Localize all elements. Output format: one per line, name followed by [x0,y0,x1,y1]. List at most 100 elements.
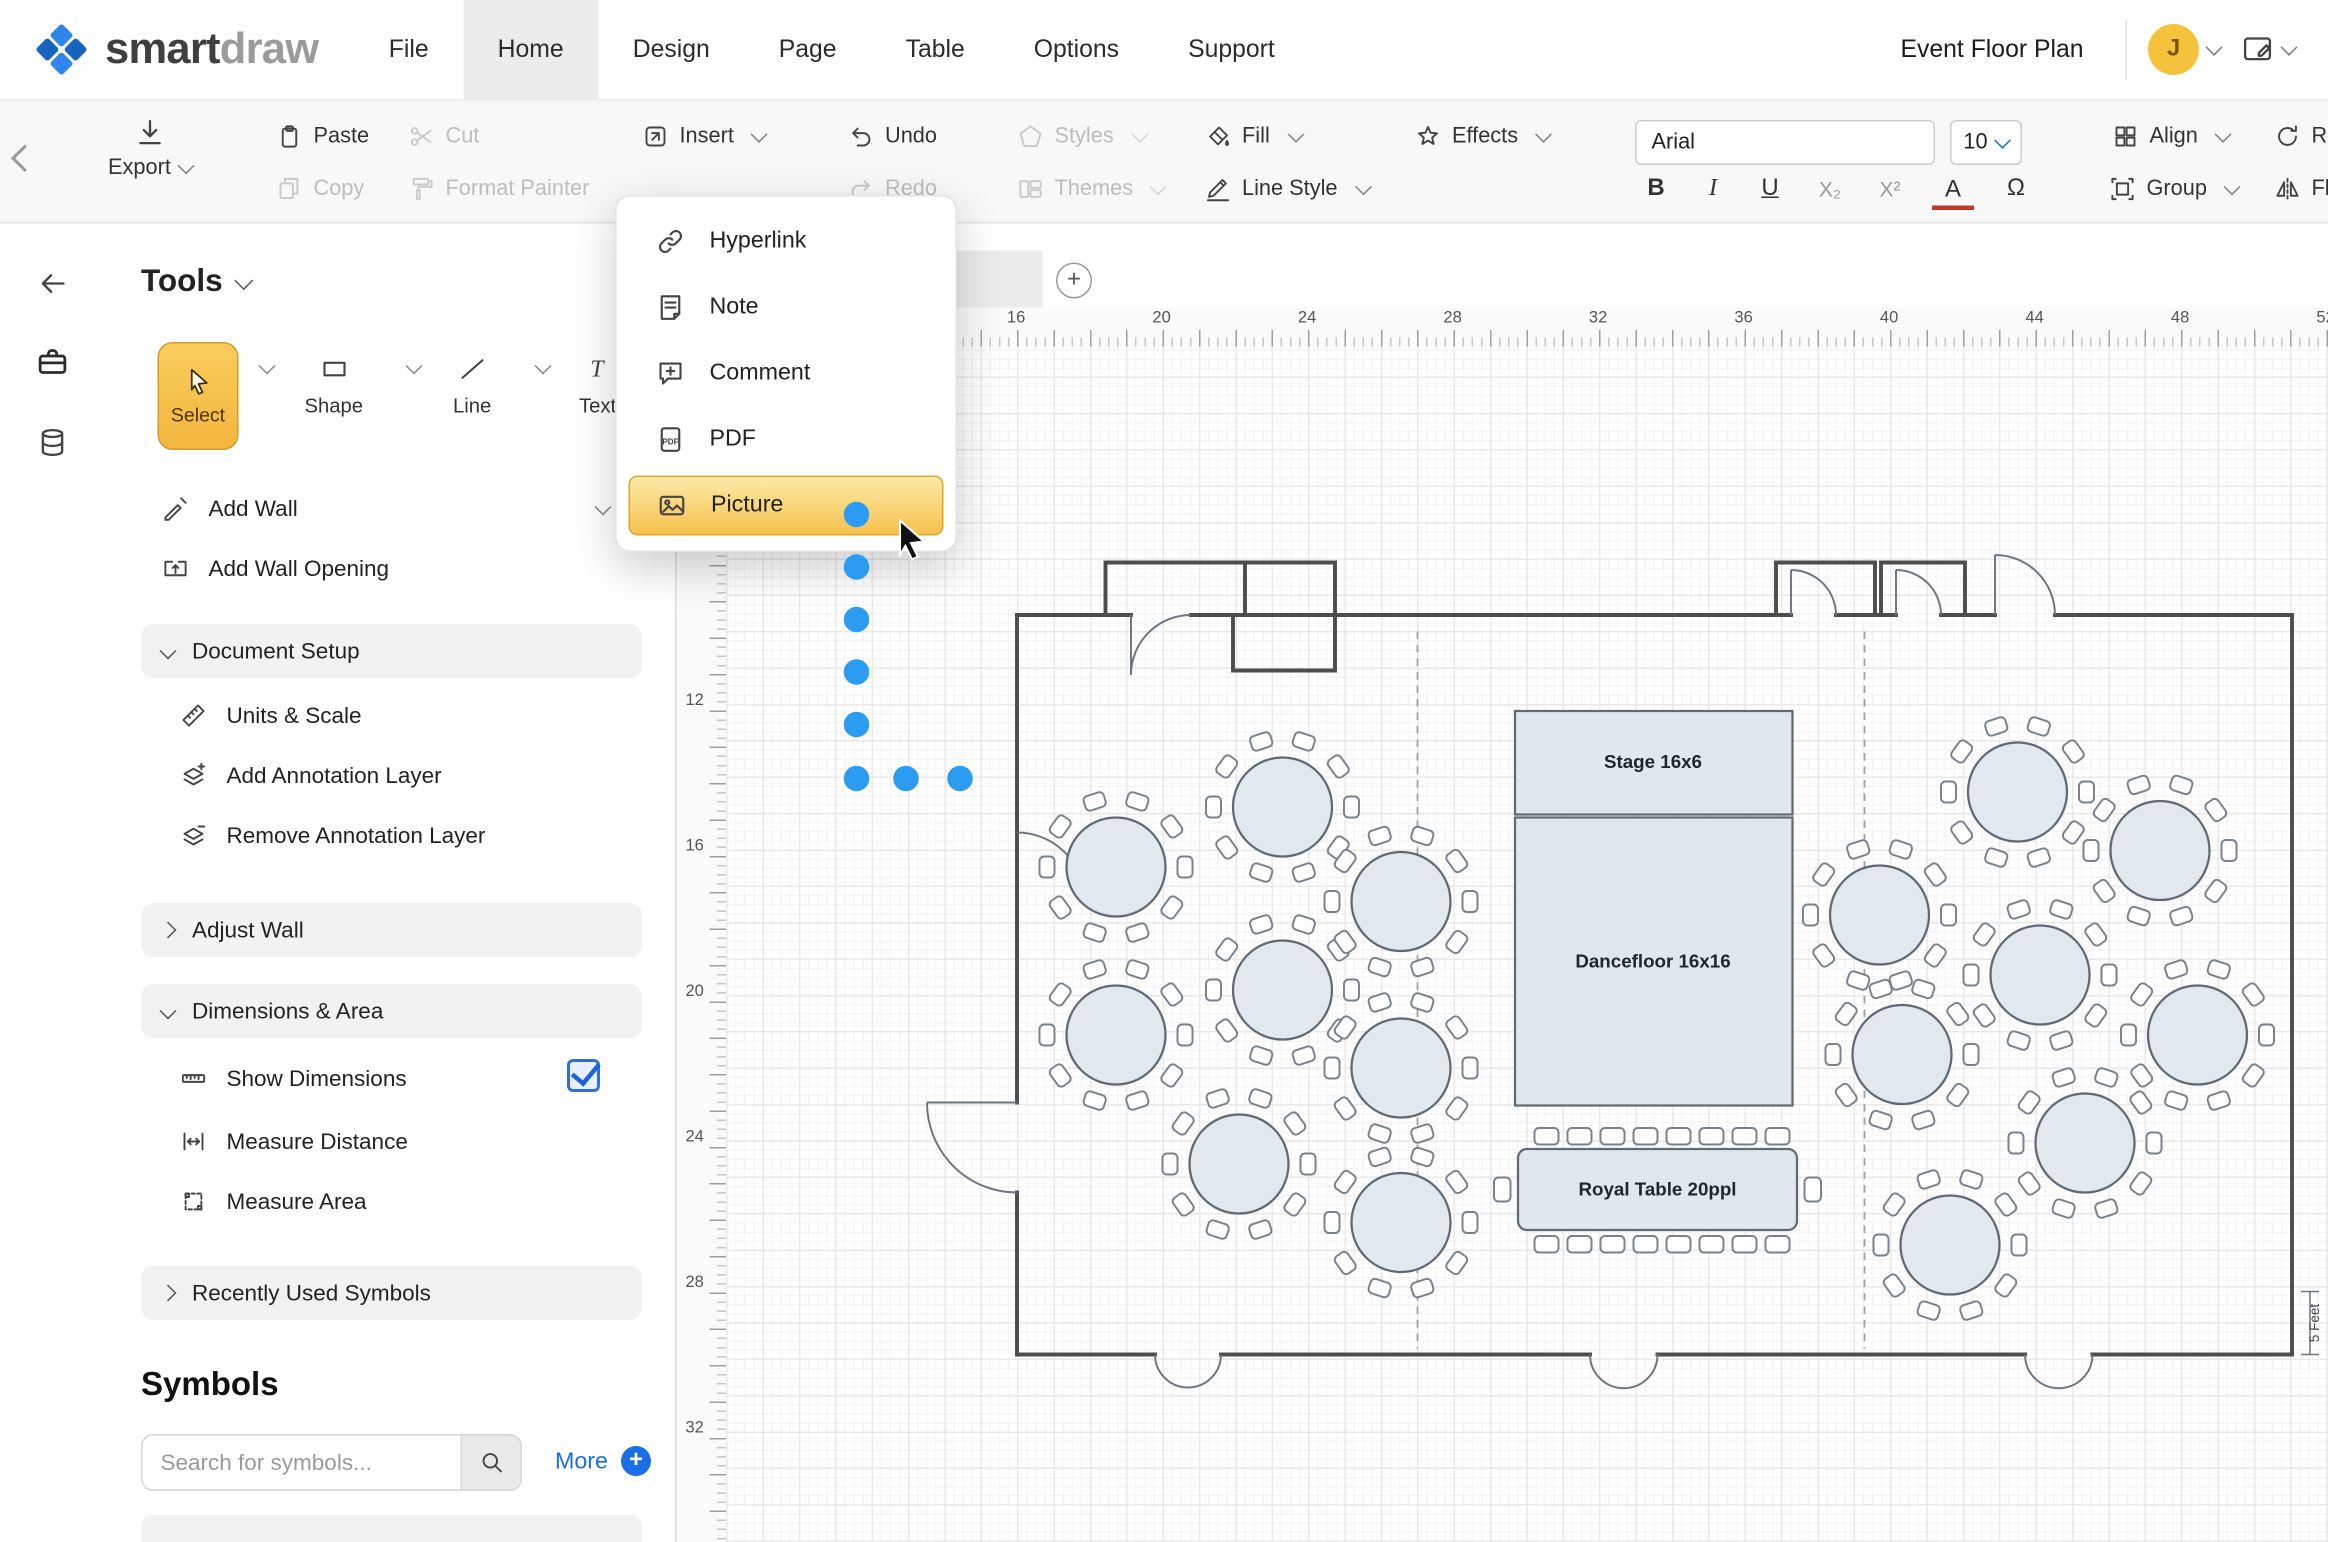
menu-item-picture[interactable]: Picture [629,476,944,536]
round-table[interactable] [2009,1067,2162,1219]
section-document-setup[interactable]: Document Setup [141,624,642,678]
round-table[interactable] [2121,959,2274,1111]
font-family-input[interactable] [1635,120,1935,165]
section-dimensions-area[interactable]: Dimensions & Area [141,984,642,1038]
add-annotation-layer-button[interactable]: Add Annotation Layer [180,756,442,795]
effects-button[interactable]: Effects [1415,117,1550,156]
menu-item-note[interactable]: Note [617,275,956,341]
font-color-button[interactable]: A [1932,174,1974,210]
add-page-button[interactable]: + [1056,263,1092,299]
comment-icon [656,359,686,389]
workspace-switcher[interactable] [2241,33,2295,66]
add-wall-chevron[interactable] [595,499,612,516]
special-character-button[interactable]: Ω [1995,170,2037,209]
cut-button[interactable]: Cut [408,117,479,156]
more-symbols-link[interactable]: More [555,1449,608,1476]
layers-add-icon [180,762,207,789]
hruler-number: 16 [1007,309,1025,327]
undo-button[interactable]: Undo [848,117,938,156]
superscript-button[interactable]: X² [1869,170,1911,209]
select-tool-button[interactable]: Select [158,342,239,450]
symbol-search-button[interactable] [462,1434,522,1491]
italic-button[interactable]: I [1692,170,1734,209]
symbol-library-section[interactable] [141,1515,642,1542]
collapse-ribbon-button[interactable] [15,138,35,177]
group-button[interactable]: Group [2109,170,2238,209]
font-size-select[interactable]: 10 [1950,120,2022,165]
flip-button[interactable]: Flip [2274,170,2328,209]
round-table[interactable] [1325,992,1478,1144]
account-button[interactable]: J [2148,24,2220,75]
copy-button[interactable]: Copy [276,170,364,209]
round-table[interactable] [1040,791,1193,943]
shape-tool-chevron[interactable] [406,358,423,375]
measure-area-button[interactable]: Measure Area [180,1182,367,1221]
add-wall-opening-button[interactable]: Add Wall Opening [162,549,389,588]
round-table[interactable] [1941,716,2094,868]
measure-distance-button[interactable]: Measure Distance [180,1122,408,1161]
align-button[interactable]: Align [2112,117,2229,156]
add-wall-button[interactable]: Add Wall [162,489,298,528]
tools-tab[interactable] [36,345,69,386]
brand-text-bold: smart [105,25,220,73]
vruler-number: 24 [686,1128,704,1146]
menu-support[interactable]: Support [1154,0,1310,99]
round-table[interactable] [1040,959,1193,1111]
underline-button[interactable]: U [1749,170,1791,209]
export-button[interactable]: Export [93,117,207,180]
line-style-button[interactable]: Line Style [1205,170,1370,209]
menu-table[interactable]: Table [871,0,999,99]
back-arrow-icon [36,267,69,300]
remove-annotation-layer-button[interactable]: Remove Annotation Layer [180,816,485,855]
shape-tool-button[interactable]: Shape [305,354,364,417]
subscript-button[interactable]: X₂ [1809,170,1851,209]
insert-button[interactable]: Insert [642,117,765,156]
format-painter-button[interactable]: Format Painter [408,170,589,209]
bold-button[interactable]: B [1635,170,1677,209]
rotate-button[interactable]: Rotate [2274,117,2328,156]
menu-item-hyperlink[interactable]: Hyperlink [617,209,956,275]
round-table[interactable] [1874,1169,2027,1321]
symbol-search-input[interactable] [141,1434,462,1491]
collapse-panel-button[interactable] [36,267,69,308]
line-tool-button[interactable]: Line [453,354,491,417]
styles-button[interactable]: Styles [1017,117,1145,156]
line-tool-chevron[interactable] [535,358,552,375]
round-table[interactable] [1826,979,1979,1131]
hruler-number: 44 [2025,309,2043,327]
round-table[interactable] [1163,1088,1316,1240]
menu-page[interactable]: Page [744,0,871,99]
chevron-down-icon [235,270,254,289]
menu-file[interactable]: File [354,0,463,99]
menu-home[interactable]: Home [463,0,598,99]
units-scale-button[interactable]: Units & Scale [180,696,362,735]
themes-button[interactable]: Themes [1017,170,1165,209]
pdf-icon [656,425,686,455]
brand[interactable]: smartdraw [33,21,318,78]
measure-area-icon [180,1188,207,1215]
section-recently-used-symbols[interactable]: Recently Used Symbols [141,1266,642,1320]
round-table[interactable] [1325,1147,1478,1299]
show-dimensions-checkbox[interactable] [567,1059,600,1092]
text-tool-button[interactable]: Text [579,354,616,417]
picture-icon [657,491,687,521]
hruler-number: 28 [1443,309,1461,327]
paste-button[interactable]: Paste [276,117,369,156]
data-tab[interactable] [36,426,69,467]
fill-button[interactable]: Fill [1205,117,1302,156]
floor-plan-drawing[interactable]: Stage 16x6 Dancefloor 16x16 Royal Table … [726,347,2328,1542]
add-symbols-plus-icon[interactable]: + [621,1446,651,1476]
show-dimensions-button[interactable]: Show Dimensions [180,1059,407,1098]
hruler-number: 20 [1152,309,1170,327]
round-table[interactable] [2084,775,2237,927]
menu-options[interactable]: Options [999,0,1153,99]
select-tool-chevron[interactable] [259,358,276,375]
menu-item-comment[interactable]: Comment [617,341,956,407]
menu-design[interactable]: Design [598,0,744,99]
round-table[interactable] [1803,839,1956,991]
section-adjust-wall[interactable]: Adjust Wall [141,903,642,957]
undo-icon [848,123,875,150]
menu-item-pdf[interactable]: PDF [617,407,956,473]
tools-panel-header[interactable]: Tools [141,264,251,300]
round-table[interactable] [1964,899,2117,1051]
